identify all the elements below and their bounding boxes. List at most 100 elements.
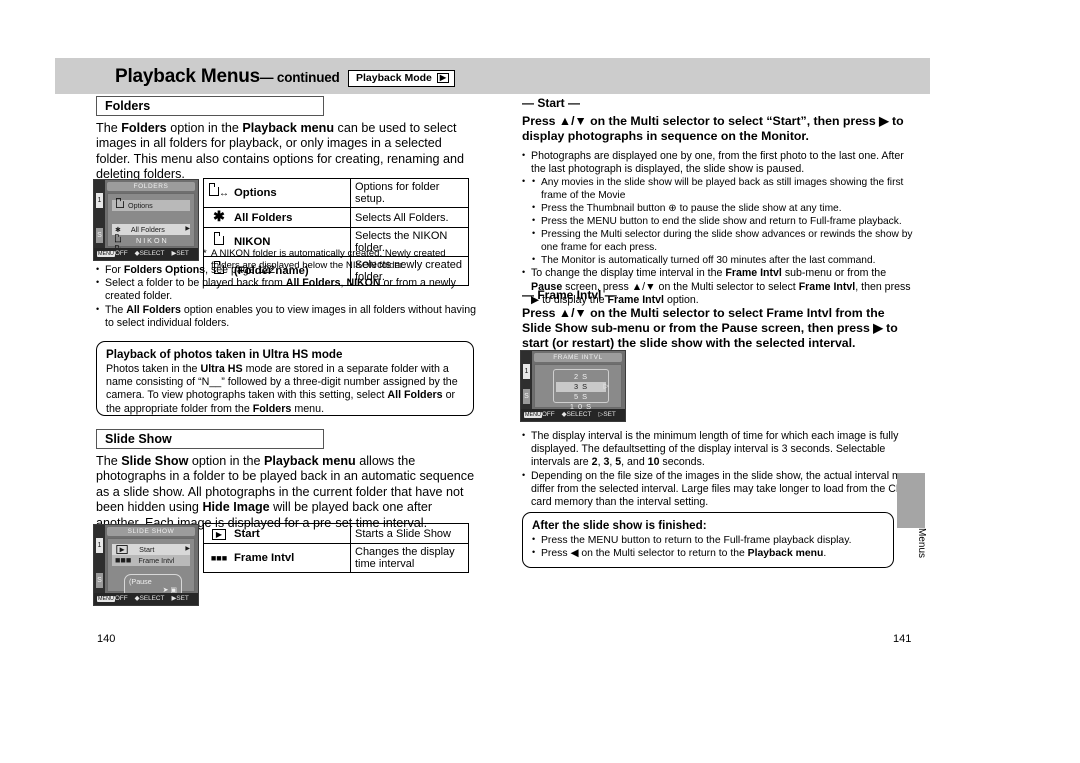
lcd-row-all-folders: ✱ All Folders ▶ (112, 224, 190, 235)
table-row: ■■■ Frame Intvl Changes the display time… (203, 543, 469, 573)
list-item: Select a folder to be played back from A… (96, 276, 478, 303)
lcd-all-folders-label: All Folders (130, 225, 165, 234)
table-cell-desc: Options for folder setup. (350, 178, 469, 208)
lcd-tab-s: S (96, 228, 103, 243)
play-icon: ▶ (116, 545, 128, 554)
table-cell-desc: Selects All Folders. (350, 207, 469, 228)
lcd-row-start: ▶ Start ▶ (112, 544, 190, 555)
table-cell-desc: Changes the display time interval (350, 543, 469, 573)
lcd-tab-s: S (96, 573, 103, 588)
play-icon: ▶ (203, 523, 230, 544)
table-cell-name: Options (230, 178, 351, 208)
lcd-title-folders: FOLDERS (107, 182, 195, 191)
table-row: ✱ All Folders Selects All Folders. (203, 207, 469, 228)
frames-icon: ■■■ (115, 555, 132, 565)
lcd-title-frame-intvl: FRAME INTVL (534, 353, 622, 362)
lcd-set-label: SET (176, 595, 189, 602)
folder-icon (115, 198, 124, 208)
lcd-select-label: SELECT (139, 250, 165, 257)
list-item: Depending on the file size of the images… (522, 469, 914, 510)
slide-show-intro: The Slide Show option in the Playback me… (96, 454, 475, 530)
list-item: Press ◀ on the Multi selector to return … (532, 546, 884, 560)
side-tab-label: Menus (916, 528, 927, 559)
section-title-folders: Folders (96, 96, 324, 116)
list-item: For Folders Options, see page 122. (96, 263, 478, 277)
lcd-off-label: OFF (541, 411, 555, 418)
play-triangle-icon: ▶ (436, 73, 450, 84)
lcd-panel: 2 S 3 S ▷ 5 S 1 0 S (534, 364, 622, 411)
page-number-left: 140 (97, 633, 116, 645)
chevron-right-icon: ▶ (185, 226, 190, 232)
right-column: — Start — Press ▲/▼ on the Multi selecto… (522, 96, 914, 307)
start-sub-bullets-wrap: Any movies in the slide show will be pla… (522, 175, 914, 267)
list-item: Any movies in the slide show will be pla… (532, 175, 914, 202)
lcd-select-label: SELECT (139, 595, 165, 602)
lcd-tab-1: 1 (96, 193, 103, 208)
list-item: The All Folders option enables you to vi… (96, 303, 478, 330)
ultra-hs-callout: Playback of photos taken in Ultra HS mod… (96, 341, 474, 416)
frame-intvl-lead: Press ▲/▼ on the Multi selector to selec… (522, 306, 898, 350)
start-bullet-list: Photographs are displayed one by one, fr… (522, 149, 914, 307)
lcd-frame-intvl-label: Frame Intvl (138, 556, 175, 565)
table-cell-name: Frame Intvl (230, 543, 351, 573)
page-title: Playback Menus— continued (115, 66, 340, 88)
table-row: ↔ Options Options for folder setup. (203, 178, 469, 208)
playback-mode-badge: Playback Mode ▶ (348, 70, 456, 87)
lcd-tab-1: 1 (96, 538, 103, 553)
folder-arrows-icon: ↔ (203, 178, 230, 208)
list-item: The Monitor is automatically turned off … (532, 253, 914, 267)
left-column: Folders The Folders option in the Playba… (96, 96, 478, 191)
lcd-set-label: SET (603, 411, 616, 418)
slide-show-options-table: ▶ Start Starts a Slide Show ■■■ Frame In… (203, 523, 469, 573)
list-item: Pressing the Multi selector during the s… (532, 227, 914, 254)
lcd-interval-option-2: 5 S (573, 392, 589, 401)
lcd-interval-list: 2 S 3 S ▷ 5 S 1 0 S (553, 369, 609, 411)
ultra-hs-heading: Playback of photos taken in Ultra HS mod… (106, 348, 343, 361)
lcd-tab-1: 1 (523, 364, 530, 379)
list-item: Press the MENU button to end the slide s… (532, 214, 914, 228)
asterisk-icon: ✱ (115, 227, 121, 234)
lcd-set-label: SET (176, 250, 189, 257)
lcd-off-label: OFF (114, 250, 128, 257)
lcd-folders-screen: 1 S FOLDERS Options ✱ All Folders ▶ N I K … (93, 179, 199, 261)
section-title-slide-show: Slide Show (96, 429, 324, 449)
frame-intvl-bullet-list: The display interval is the minimum leng… (522, 429, 914, 510)
lcd-select-label: SELECT (566, 411, 592, 418)
page-title-main: Playback Menus (115, 66, 261, 87)
lcd-interval-option-0: 2 S (573, 372, 589, 381)
lcd-panel: Options ✱ All Folders ▶ N I K O N (107, 193, 195, 260)
list-item: Press the Thumbnail button ⊕ to pause th… (532, 201, 914, 215)
chevron-right-icon: ▶ (185, 546, 190, 552)
lcd-bottom-bar: MENUOFF ◆SELECT ▶SET (94, 248, 198, 260)
menu-key-icon: MENU (97, 251, 115, 257)
list-item: Press the MENU button to return to the F… (532, 533, 884, 547)
finished-heading: After the slide show is finished: (532, 519, 707, 532)
side-tab-menus (897, 473, 925, 528)
table-cell-name: All Folders (230, 207, 351, 228)
page-title-continued: — continued (260, 70, 340, 85)
folders-intro: The Folders option in the Playback menu … (96, 121, 464, 182)
finished-bullet-list: Press the MENU button to return to the F… (532, 533, 884, 561)
page-number-right: 141 (893, 633, 912, 645)
lcd-slide-show-screen: 1 S SLIDE SHOW ▶ Start ▶ ■■■ Frame Intvl… (93, 524, 199, 606)
lcd-row-nikon: N I K O N (112, 235, 190, 246)
start-sub-bullet-list: Any movies in the slide show will be pla… (532, 175, 914, 267)
asterisk-icon: ✱ (203, 207, 230, 228)
lcd-nikon-label: N I K O N (136, 236, 167, 245)
table-cell-desc: Starts a Slide Show (350, 523, 469, 544)
lcd-bottom-bar: MENUOFF ◆SELECT ▷SET (521, 409, 625, 421)
start-lead: Press ▲/▼ on the Multi selector to selec… (522, 114, 904, 143)
folder-icon (114, 234, 121, 243)
lcd-pause-label: (Pause (129, 577, 152, 586)
playback-mode-label: Playback Mode (356, 72, 432, 84)
document-page: Playback Menus— continued Playback Mode … (0, 0, 1080, 763)
chevron-right-icon: ▷ (603, 383, 609, 390)
menu-key-icon: MENU (524, 412, 542, 418)
lcd-options-label: Options (128, 201, 153, 210)
frame-intvl-dash-heading: — Frame Intvl — (522, 288, 617, 302)
lcd-start-label: Start (139, 545, 155, 554)
table-cell-name: Start (230, 523, 351, 544)
frames-icon: ■■■ (203, 543, 230, 573)
lcd-tab-s: S (523, 389, 530, 404)
list-item: The display interval is the minimum leng… (522, 429, 914, 470)
